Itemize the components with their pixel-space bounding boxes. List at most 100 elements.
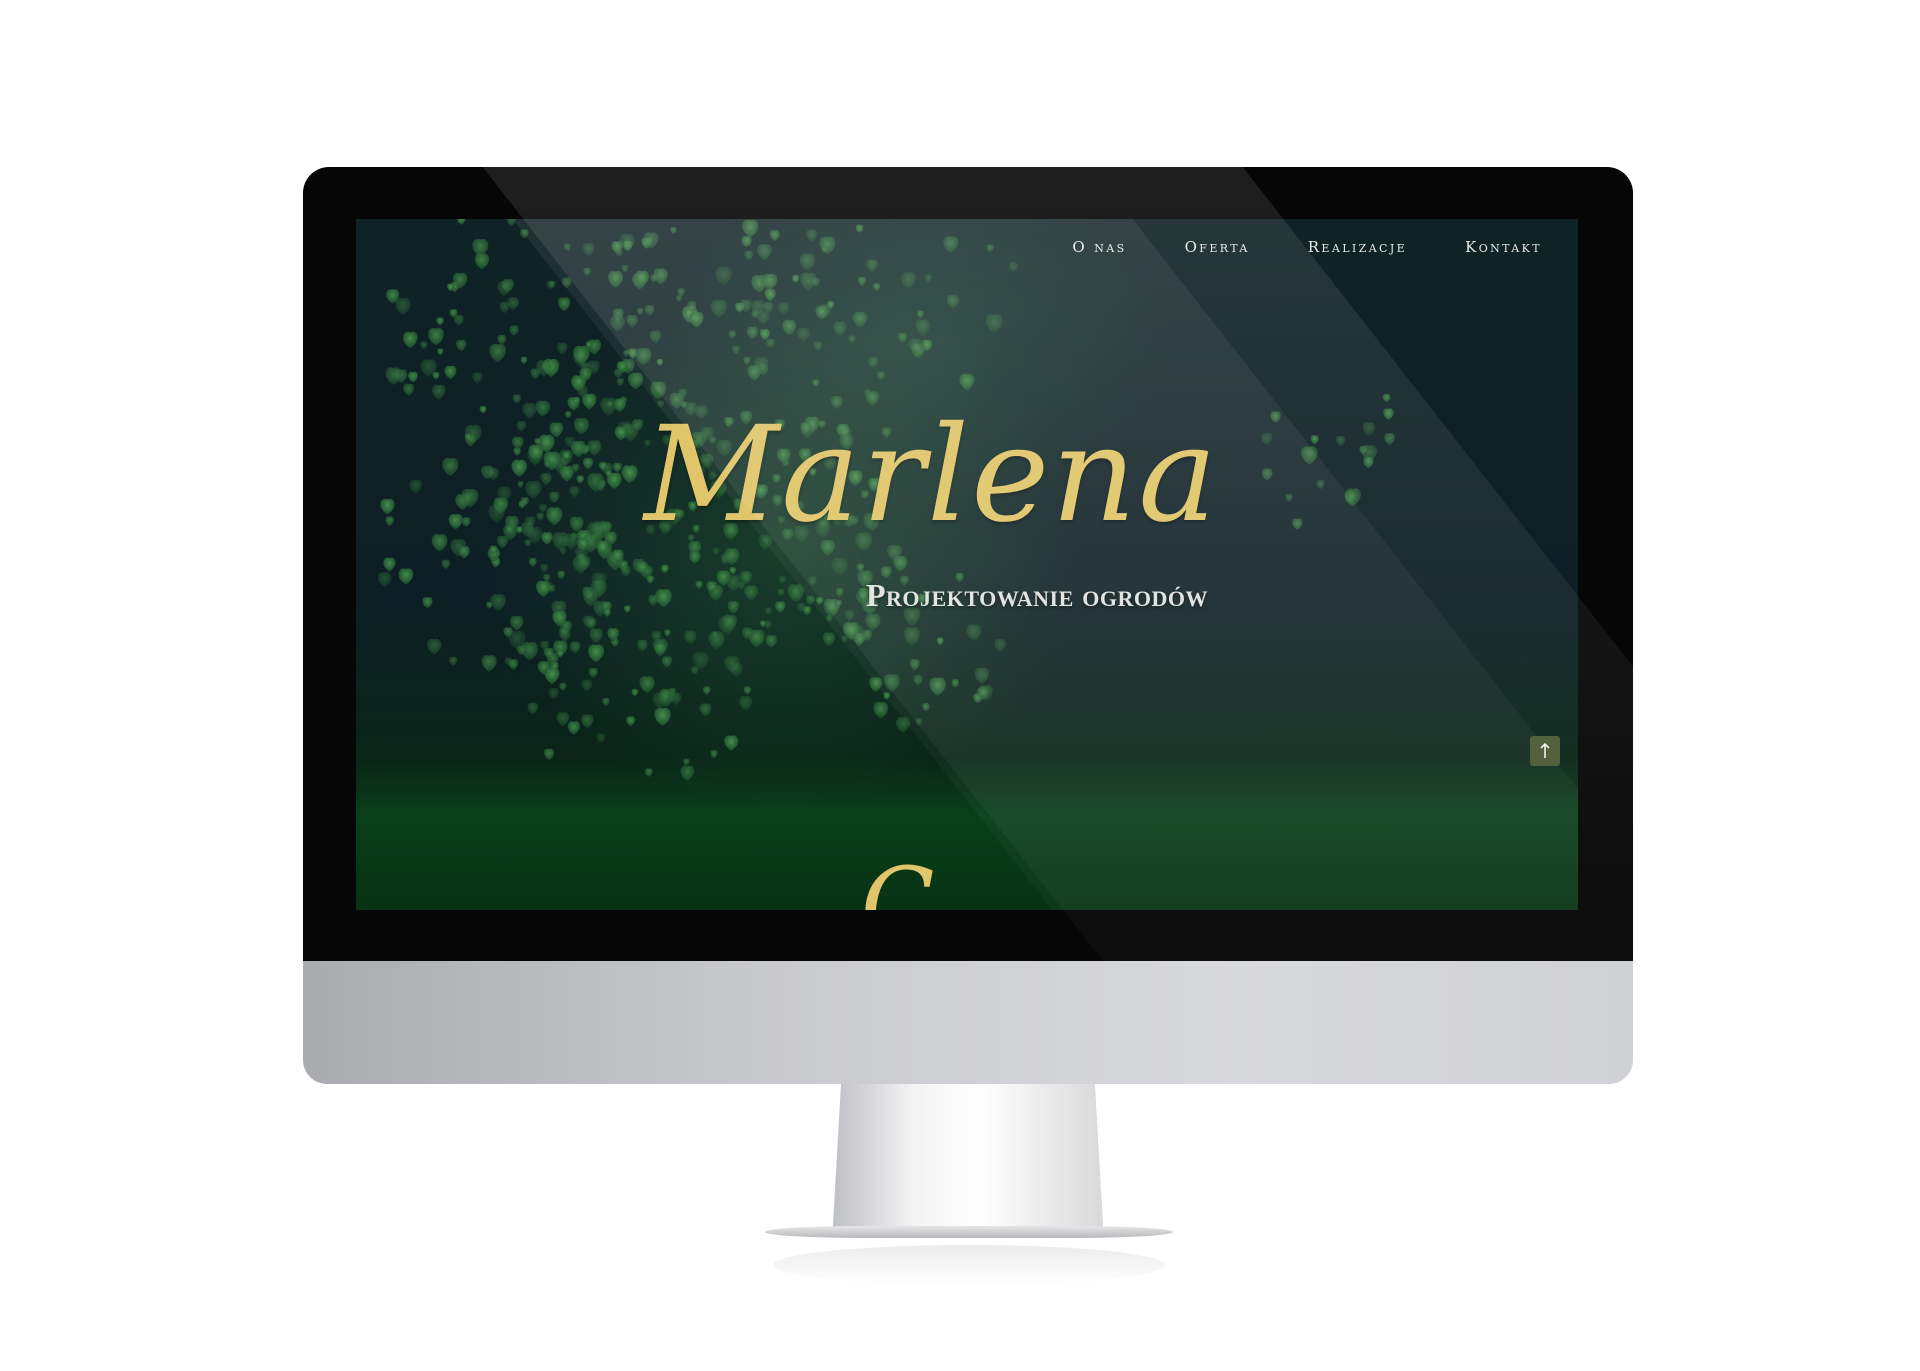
fern-leaf: [915, 319, 931, 336]
fern-leaf: [1310, 435, 1319, 445]
fern-leaf: [782, 319, 797, 336]
fern-leaf: [959, 373, 975, 391]
fern-leaf: [699, 703, 712, 717]
fern-leaf: [549, 491, 560, 504]
fern-leaf: [587, 440, 602, 456]
fern-leaf: [626, 314, 638, 328]
fern-leaf: [385, 516, 395, 527]
fern-leaf: [436, 317, 444, 326]
fern-leaf: [616, 377, 625, 387]
fern-leaf: [557, 297, 571, 312]
fern-leaf: [588, 644, 605, 663]
fern-leaf: [650, 274, 658, 283]
fern-leaf: [461, 517, 471, 528]
fern-leaf: [506, 219, 516, 227]
fern-leaf: [437, 348, 444, 356]
nav-link-oferta[interactable]: Oferta: [1185, 238, 1250, 256]
fern-leaf: [895, 717, 911, 733]
fern-leaf: [775, 601, 786, 613]
scroll-to-top-button[interactable]: [1530, 736, 1560, 766]
fern-leaf: [986, 244, 994, 253]
fern-leaf: [512, 436, 524, 450]
website-screen: O nas Oferta Realizacje Kontakt Marlena …: [356, 219, 1578, 910]
fern-leaf: [472, 372, 483, 384]
fern-leaf: [806, 229, 818, 242]
fern-leaf: [543, 573, 551, 583]
fern-leaf: [520, 356, 528, 365]
fern-leaf: [1261, 432, 1273, 446]
fern-leaves-decoration: [378, 219, 1396, 781]
fern-leaf: [481, 655, 497, 672]
fern-leaf: [559, 682, 567, 691]
fern-leaf: [626, 716, 636, 727]
fern-leaf: [778, 575, 787, 585]
fern-leaf: [561, 277, 572, 289]
fern-leaf: [543, 748, 555, 760]
fern-leaf: [915, 718, 923, 727]
fern-leaf: [420, 341, 428, 350]
fern-leaf: [797, 327, 810, 342]
fern-leaf: [569, 516, 584, 533]
fern-leaf: [738, 695, 753, 711]
fern-leaf: [777, 588, 785, 597]
fern-leaf: [582, 243, 595, 256]
fern-leaf: [582, 457, 594, 470]
fern-leaf: [1384, 433, 1396, 446]
fern-leaf: [449, 656, 458, 666]
fern-leaf: [909, 659, 920, 671]
fern-leaf: [627, 372, 644, 390]
fern-leaf: [565, 411, 572, 419]
fern-leaf: [702, 686, 711, 696]
fern-leaf: [488, 504, 505, 523]
fern-leaf: [636, 639, 648, 652]
fern-leaf: [490, 594, 506, 612]
fern-leaf: [812, 379, 820, 388]
fern-leaf: [422, 596, 433, 609]
fern-leaf: [946, 294, 960, 309]
stand-reflection: [773, 1245, 1165, 1285]
nav-link-o-nas[interactable]: O nas: [1072, 238, 1126, 256]
nav-link-realizacje[interactable]: Realizacje: [1308, 238, 1407, 256]
fern-leaf: [610, 315, 625, 332]
fern-leaf: [570, 440, 586, 458]
fern-leaf: [621, 465, 638, 484]
fern-leaf: [613, 398, 626, 413]
fern-leaf: [385, 367, 402, 385]
fern-leaf: [508, 659, 519, 671]
fern-leaf: [600, 397, 617, 416]
imac-mockup: O nas Oferta Realizacje Kontakt Marlena …: [303, 167, 1633, 1285]
logo-subtitle: Projektowanie ogrodów: [866, 577, 1209, 613]
fern-leaf: [524, 539, 532, 547]
fern-leaf: [787, 584, 805, 603]
fern-leaf: [431, 534, 448, 552]
fern-leaf: [556, 712, 570, 727]
fern-leaf: [746, 326, 759, 340]
fern-leaf: [660, 564, 669, 574]
fern-leaf: [496, 535, 509, 549]
fern-leaf: [536, 512, 544, 521]
fern-leaf: [552, 532, 569, 551]
fern-leaf: [1285, 493, 1293, 502]
fern-leaf: [499, 301, 510, 314]
fern-leaf: [728, 330, 737, 339]
fern-leaf: [916, 310, 925, 319]
fern-leaf: [822, 632, 836, 647]
fern-leaf: [1362, 422, 1376, 436]
fern-leaf: [540, 472, 552, 486]
fern-leaf: [654, 707, 671, 726]
fern-leaf: [900, 272, 917, 290]
fern-leaf: [732, 345, 740, 355]
nav-link-kontakt[interactable]: Kontakt: [1465, 238, 1542, 256]
fern-leaf: [1363, 456, 1374, 469]
fern-leaf: [855, 224, 864, 234]
fern-leaf: [757, 244, 772, 261]
fern-leaf: [432, 384, 446, 400]
fern-leaf: [581, 679, 593, 692]
fern-leaf: [559, 465, 574, 482]
fern-leaf: [497, 281, 511, 297]
fern-leaf: [876, 371, 885, 381]
fern-leaf: [489, 343, 507, 363]
fern-leaf: [652, 638, 668, 656]
fern-leaf: [455, 339, 467, 352]
fern-leaf: [683, 758, 690, 766]
